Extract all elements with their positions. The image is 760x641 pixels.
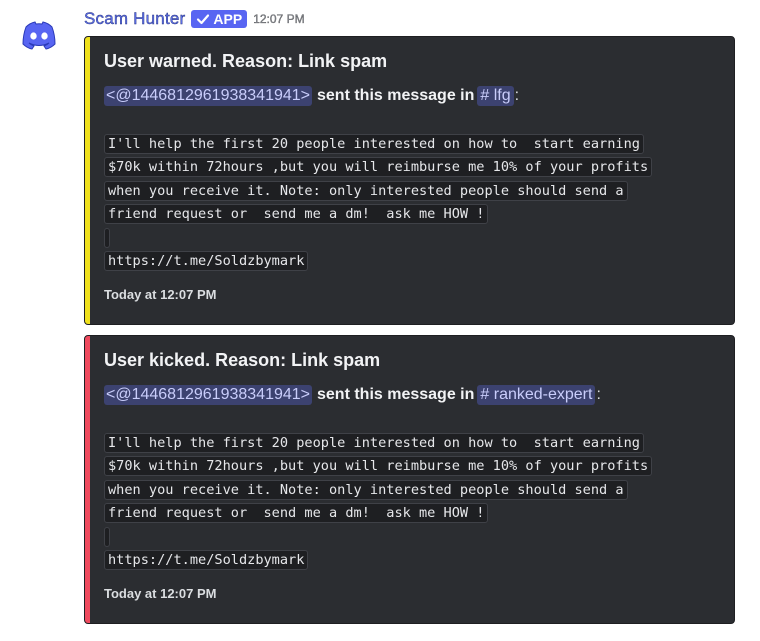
code-line-text: $70k within 72hours ,but you will reimbu… <box>104 456 653 477</box>
code-line-text: I'll help the first 20 people interested… <box>104 433 644 453</box>
code-line: friend request or send me a dm! ask me H… <box>104 204 652 225</box>
code-line-text: when you receive it. Note: only interest… <box>104 479 628 500</box>
embed-color-bar <box>85 336 90 623</box>
app-badge-label: APP <box>213 11 243 27</box>
embed-description: <@1446812961938341941> sent this message… <box>104 86 519 106</box>
code-line: $70k within 72hours ,but you will reimbu… <box>104 456 653 477</box>
sent-text: sent this message in <box>317 87 475 104</box>
embed-footer-timestamp: Today at 12:07 PM <box>104 586 217 601</box>
code-line-empty <box>104 526 652 547</box>
discord-logo-icon <box>15 11 63 59</box>
empty-code-chip <box>104 227 110 248</box>
embed-description: <@1446812961938341941> sent this message… <box>104 385 601 405</box>
embed-warned: User warned. Reason: Link spam <@1446812… <box>84 36 735 325</box>
code-line-text: when you receive it. Note: only interest… <box>104 180 628 201</box>
message-timestamp[interactable]: 12:07 PM <box>253 12 305 26</box>
embed-title: User warned. Reason: Link spam <box>104 51 388 71</box>
empty-code-chip <box>104 526 110 547</box>
code-line-link: https://t.me/Soldzbymark <box>104 549 309 570</box>
message-header: Scam Hunter APP 12:07 PM <box>84 8 305 30</box>
embed-kicked: User kicked. Reason: Link spam <@1446812… <box>84 335 735 624</box>
code-line-text: $70k within 72hours ,but you will reimbu… <box>104 157 653 178</box>
code-line-link: https://t.me/Soldzbymark <box>104 250 309 271</box>
code-line-text: I'll help the first 20 people interested… <box>104 134 644 154</box>
code-line: when you receive it. Note: only interest… <box>104 180 652 201</box>
code-line: https://t.me/Soldzbymark <box>104 549 652 570</box>
embed-color-bar <box>85 37 90 324</box>
code-line: friend request or send me a dm! ask me H… <box>104 503 652 524</box>
app-badge: APP <box>191 10 248 28</box>
message-code-block: I'll help the first 20 people interested… <box>104 134 653 274</box>
bot-avatar[interactable] <box>14 10 64 60</box>
code-line: $70k within 72hours ,but you will reimbu… <box>104 157 653 178</box>
author-name[interactable]: Scam Hunter <box>84 9 186 29</box>
user-mention[interactable]: <@1446812961938341941> <box>104 385 312 405</box>
channel-mention[interactable]: # lfg <box>477 86 514 106</box>
code-line: when you receive it. Note: only interest… <box>104 479 652 500</box>
message-code-block: I'll help the first 20 people interested… <box>104 433 653 573</box>
user-mention[interactable]: <@1446812961938341941> <box>104 86 312 106</box>
check-icon <box>197 14 210 25</box>
colon: : <box>514 87 520 104</box>
code-line: https://t.me/Soldzbymark <box>104 250 652 271</box>
colon: : <box>596 386 601 403</box>
channel-mention[interactable]: # ranked-expert <box>477 385 596 405</box>
embed-footer-timestamp: Today at 12:07 PM <box>104 287 217 302</box>
embed-title: User kicked. Reason: Link spam <box>104 350 381 370</box>
sent-text: sent this message in <box>317 386 475 403</box>
code-line-empty <box>104 227 652 248</box>
code-line-text: friend request or send me a dm! ask me H… <box>104 503 489 524</box>
code-line: I'll help the first 20 people interested… <box>104 134 652 154</box>
code-line: I'll help the first 20 people interested… <box>104 433 652 453</box>
code-line-text: friend request or send me a dm! ask me H… <box>104 204 489 225</box>
